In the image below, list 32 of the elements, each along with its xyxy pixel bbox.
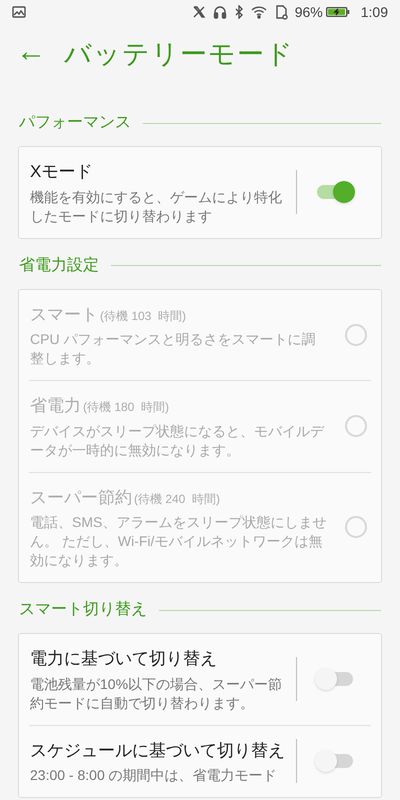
option-description: CPU パフォーマンスと明るさをスマートに調整します。 bbox=[30, 330, 316, 368]
x-icon bbox=[192, 5, 206, 19]
option-title: 省電力 bbox=[30, 395, 81, 417]
toggle-switch[interactable] bbox=[315, 750, 355, 772]
option-description: 電池残量が10%以下の場合、スーパー節約モードに自動で切り替わります。 bbox=[30, 674, 284, 712]
back-button[interactable]: ← bbox=[16, 37, 46, 71]
wifi-icon bbox=[250, 5, 267, 19]
option-description: 機能を有効にすると、ゲームにより特化したモードに切り替わります bbox=[30, 188, 283, 226]
option-description: 電話、SMS、アラームをスリープ状態にしません。 ただし、Wi-Fi/モバイルネットワークは無効になります。 bbox=[30, 513, 328, 570]
option-description: デバイスがスリープ状態になると、モバイルデータが一時的に無効になります。 bbox=[30, 422, 326, 460]
option-title: スケジュールに基づいて切り替え bbox=[30, 740, 285, 762]
headphones-icon bbox=[212, 5, 227, 19]
battery-percent: 96% bbox=[294, 2, 323, 22]
standby-hours: (待機 180 時間) bbox=[83, 399, 170, 416]
standby-hours: (待機 240 時間) bbox=[134, 490, 220, 508]
toggle-switch[interactable] bbox=[315, 181, 355, 204]
battery-charging-icon bbox=[326, 6, 350, 18]
sd-card-icon bbox=[274, 4, 288, 20]
section-header: スマート切り替え bbox=[19, 600, 147, 620]
section-header: パフォーマンス bbox=[19, 113, 131, 133]
clock-time: 1:09 bbox=[360, 2, 388, 22]
option-title: 電力に基づいて切り替え bbox=[30, 648, 217, 670]
option-title: スーパー節約 bbox=[30, 486, 132, 508]
toggle-switch[interactable] bbox=[315, 668, 355, 690]
option-title: スマート bbox=[30, 304, 98, 326]
section-header: 省電力設定 bbox=[19, 256, 99, 276]
bluetooth-icon bbox=[234, 5, 244, 19]
image-icon bbox=[12, 6, 26, 18]
option-description: 23:00 - 8:00 の期間中は、省電力モード bbox=[30, 766, 278, 785]
page-title: バッテリーモード bbox=[64, 38, 294, 71]
option-title: Xモード bbox=[30, 161, 92, 183]
standby-hours: (待機 103 時間) bbox=[100, 308, 186, 324]
